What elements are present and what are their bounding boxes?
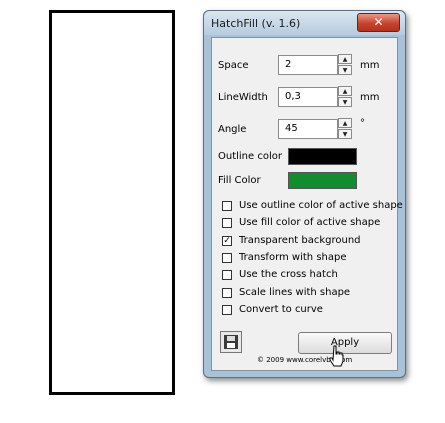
space-increment-button[interactable]: ▲	[338, 54, 352, 64]
linewidth-decrement-button[interactable]: ▼	[338, 97, 352, 107]
angle-input[interactable]: 45	[278, 119, 338, 139]
linewidth-spinner: ▲ ▼	[338, 86, 352, 108]
save-button[interactable]	[220, 331, 242, 353]
space-label: Space	[218, 60, 249, 71]
hand-cursor-icon	[329, 345, 344, 367]
option-label: Use the cross hatch	[239, 269, 338, 281]
linewidth-value: 0,3	[285, 91, 301, 102]
angle-value: 45	[285, 123, 298, 134]
angle-increment-button[interactable]: ▲	[338, 118, 352, 128]
outline-color-swatch[interactable]	[288, 148, 357, 165]
close-icon: ✕	[373, 15, 384, 29]
option-label: Use fill color of active shape	[239, 217, 381, 229]
linewidth-label: LineWidth	[218, 92, 268, 103]
space-input[interactable]: 2	[278, 55, 338, 75]
window-title: HatchFill (v. 1.6)	[211, 17, 301, 30]
option-checkbox[interactable]	[222, 287, 232, 298]
linewidth-input[interactable]: 0,3	[278, 87, 338, 107]
option-checkbox[interactable]	[222, 218, 232, 229]
option-checkbox[interactable]	[222, 304, 232, 315]
option-checkbox[interactable]	[222, 270, 232, 281]
save-icon	[224, 335, 238, 349]
angle-spinner: ▲ ▼	[338, 118, 352, 140]
space-spinner: ▲ ▼	[338, 54, 352, 76]
option-label: Transparent background	[239, 234, 361, 246]
option-checkbox[interactable]	[222, 252, 232, 263]
option-label: Use outline color of active shape	[239, 200, 403, 211]
option-label: Convert to curve	[239, 303, 323, 315]
linewidth-increment-button[interactable]: ▲	[338, 86, 352, 96]
angle-unit: °	[360, 118, 365, 129]
space-decrement-button[interactable]: ▼	[338, 65, 352, 75]
fill-color-label: Fill Color	[218, 175, 261, 186]
option-label: Transform with shape	[239, 251, 347, 263]
hatchfill-dialog: HatchFill (v. 1.6) ✕ Space 2 ▲ ▼ mm Line…	[203, 10, 406, 378]
space-value: 2	[285, 59, 292, 70]
outline-color-label: Outline color	[218, 151, 282, 162]
space-unit: mm	[360, 60, 380, 71]
close-button[interactable]: ✕	[357, 13, 400, 32]
angle-label: Angle	[218, 124, 247, 135]
option-checkbox[interactable]: ✓	[222, 235, 232, 246]
option-label: Scale lines with shape	[239, 286, 351, 298]
fill-color-swatch[interactable]	[288, 172, 357, 189]
title-bar[interactable]: HatchFill (v. 1.6) ✕	[204, 11, 405, 35]
dialog-client-area: Space 2 ▲ ▼ mm LineWidth 0,3 ▲ ▼ mm Angl…	[211, 37, 403, 371]
angle-decrement-button[interactable]: ▼	[338, 129, 352, 139]
option-checkbox[interactable]	[222, 201, 232, 211]
linewidth-unit: mm	[360, 92, 380, 103]
apply-button[interactable]: Apply	[298, 332, 392, 354]
canvas-rectangle-shape[interactable]	[49, 10, 175, 395]
